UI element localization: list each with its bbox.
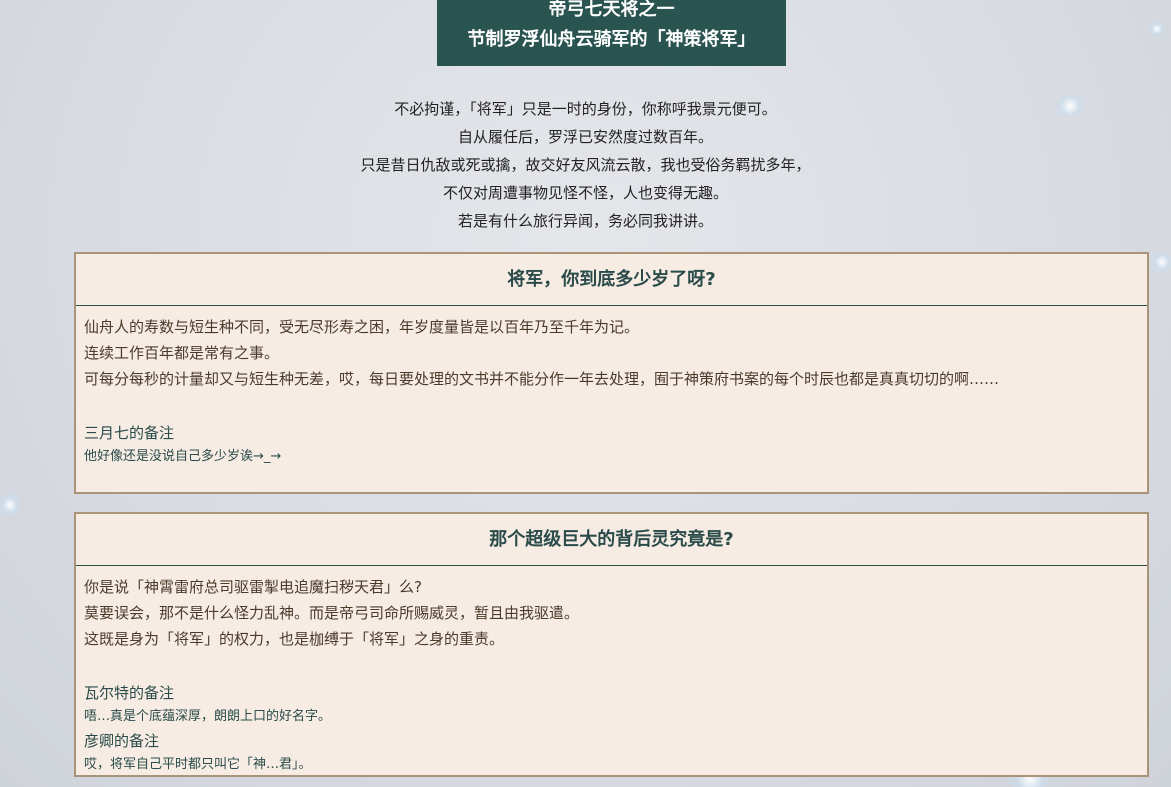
qa-card-age: 将军，你到底多少岁了呀? 仙舟人的寿数与短生种不同，受无尽形寿之困，年岁度量皆是… (74, 252, 1149, 494)
answer-line: 连续工作百年都是常有之事。 (84, 344, 280, 362)
answer-line: 可每分每秒的计量却又与短生种无差，哎，每日要处理的文书并不能分作一年去处理，囿于… (84, 370, 1000, 388)
note-title: 瓦尔特的备注 (84, 684, 175, 702)
background-sparkle (0, 490, 20, 520)
note-text: 他好像还是没说自己多少岁诶→_→ (84, 449, 282, 464)
intro-text: 不必拘谨，「将军」只是一时的身份，你称呼我景元便可。 自从履任后，罗浮已安然度过… (0, 95, 1171, 235)
banner-line-2: 节制罗浮仙舟云骑军的「神策将军」 (467, 29, 756, 50)
intro-line: 若是有什么旅行异闻，务必同我讲讲。 (457, 212, 713, 230)
background-sparkle (1148, 20, 1166, 38)
intro-line: 只是昔日仇敌或死或擒，故交好友风流云散，我也受俗务羁扰多年， (360, 156, 811, 174)
note-title: 彦卿的备注 (84, 732, 160, 750)
intro-line: 自从履任后，罗浮已安然度过数百年。 (457, 128, 713, 146)
card-question: 那个超级巨大的背后灵究竟是? (76, 514, 1147, 566)
answer-line: 这既是身为「将军」的权力，也是枷缚于「将军」之身的重责。 (84, 630, 505, 648)
background-sparkle (1150, 250, 1171, 274)
card-answer: 你是说「神霄雷府总司驱雷掣电追魔扫秽天君」么? 莫要误会，那不是什么怪力乱神。而… (76, 566, 1147, 782)
answer-line: 你是说「神霄雷府总司驱雷掣电追魔扫秽天君」么? (84, 578, 422, 596)
intro-line: 不仅对周遭事物见怪不怪，人也变得无趣。 (442, 184, 728, 202)
note-text: 唔…真是个底蕴深厚，朗朗上口的好名字。 (84, 709, 332, 724)
title-banner: 帝弓七天将之一 节制罗浮仙舟云骑军的「神策将军」 (437, 0, 786, 66)
note-text: 哎，将军自己平时都只叫它「神…君」。 (84, 757, 312, 772)
intro-line: 不必拘谨，「将军」只是一时的身份，你称呼我景元便可。 (394, 100, 777, 118)
answer-line: 莫要误会，那不是什么怪力乱神。而是帝弓司命所赐威灵，暂且由我驱遣。 (84, 604, 580, 622)
card-question: 将军，你到底多少岁了呀? (76, 254, 1147, 306)
banner-line-1: 帝弓七天将之一 (548, 0, 675, 20)
note-title: 三月七的备注 (84, 424, 175, 442)
answer-line: 仙舟人的寿数与短生种不同，受无尽形寿之困，年岁度量皆是以百年乃至千年为记。 (84, 318, 640, 336)
qa-card-spirit: 那个超级巨大的背后灵究竟是? 你是说「神霄雷府总司驱雷掣电追魔扫秽天君」么? 莫… (74, 512, 1149, 777)
card-answer: 仙舟人的寿数与短生种不同，受无尽形寿之困，年岁度量皆是以百年乃至千年为记。 连续… (76, 306, 1147, 474)
